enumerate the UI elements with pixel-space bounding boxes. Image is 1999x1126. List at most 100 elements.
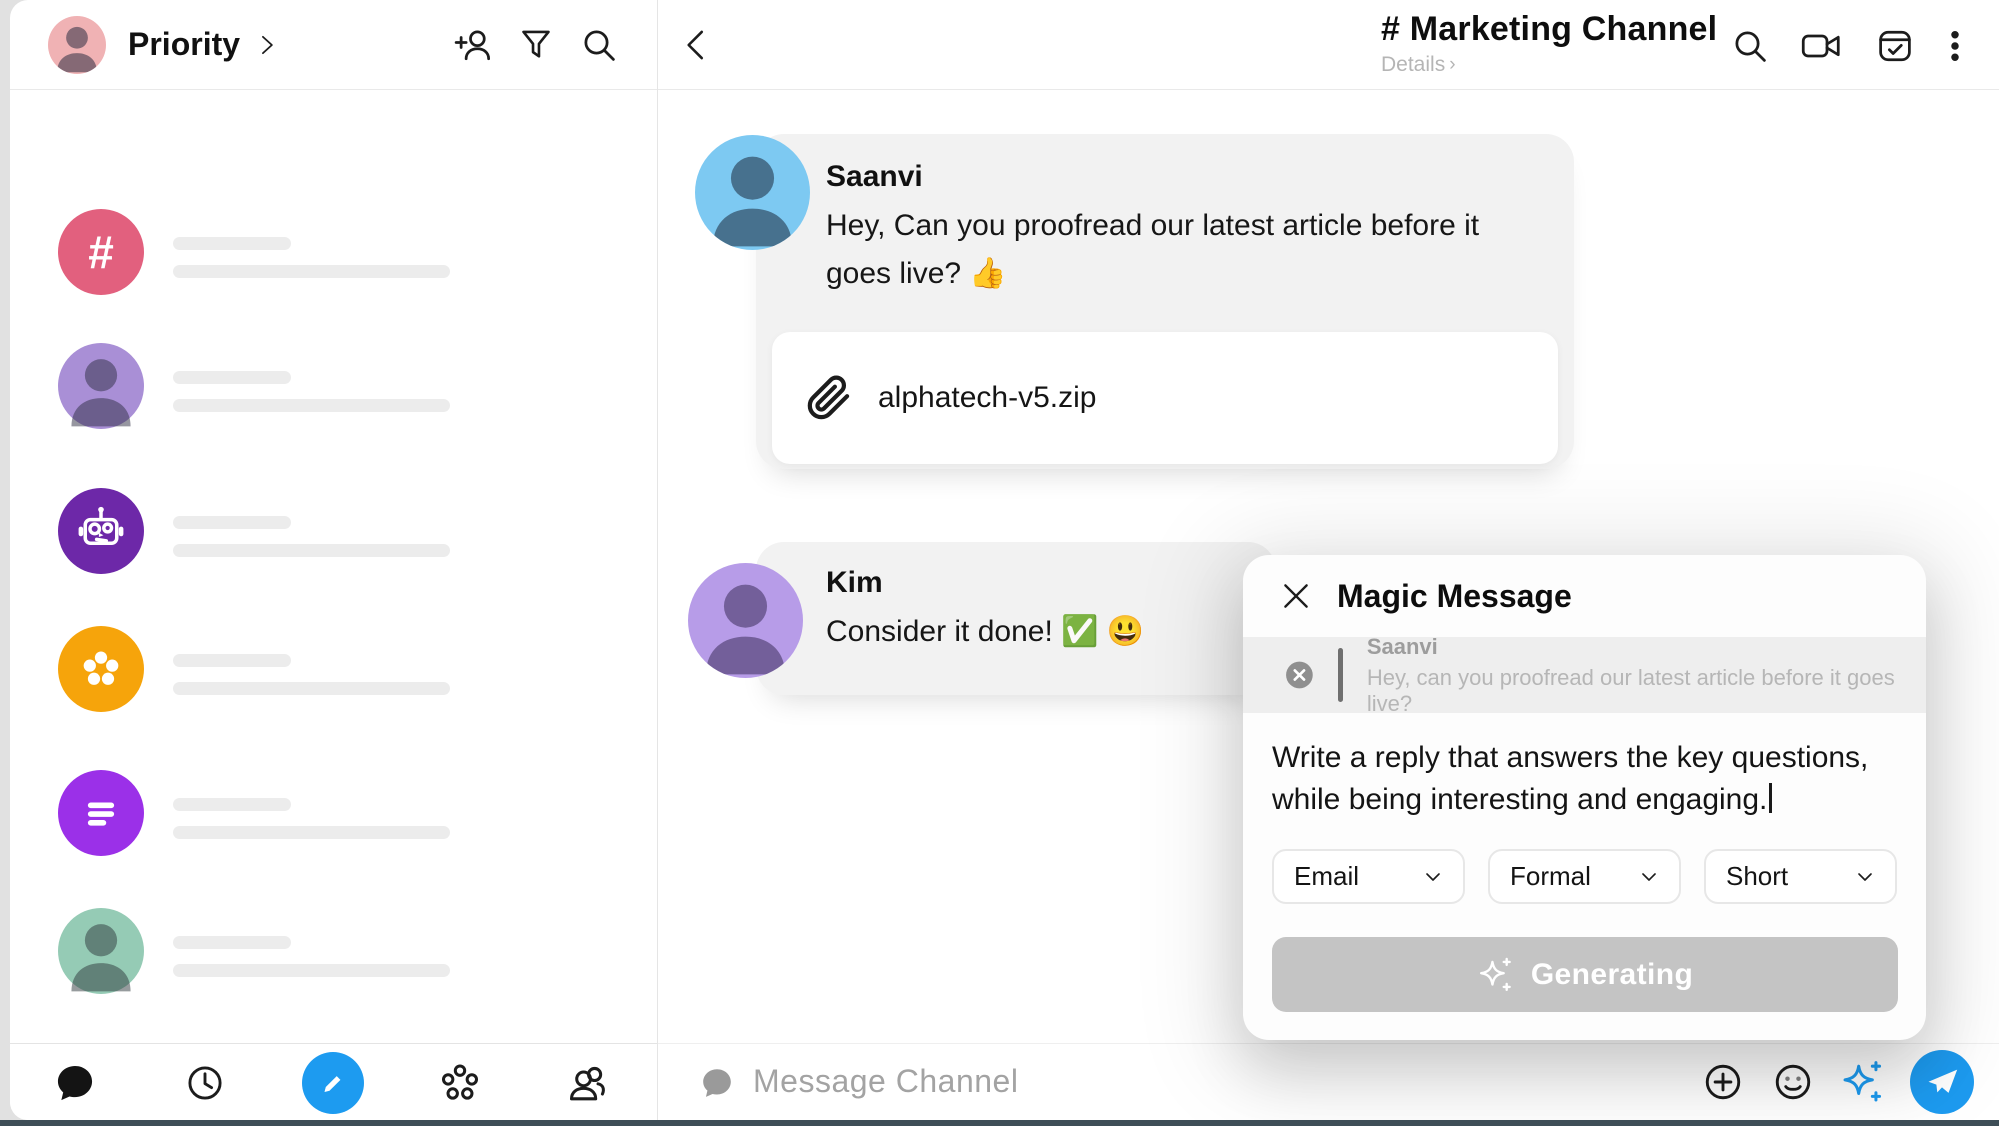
sparkles-icon [1477, 956, 1515, 994]
person-silhouette-icon [695, 135, 810, 250]
compose-active-circle [302, 1052, 364, 1114]
emoji-icon[interactable] [1772, 1061, 1814, 1103]
list-item-feed[interactable] [58, 770, 618, 856]
chevron-right-icon[interactable] [254, 32, 280, 58]
skeleton-subtitle [173, 682, 450, 695]
pencil-icon [316, 1066, 350, 1100]
paper-plane-icon [1924, 1064, 1960, 1100]
message-bubble: Kim Consider it done! ✅ 😃 [756, 542, 1276, 695]
list-item-app[interactable] [58, 626, 618, 712]
skeleton-title [173, 237, 291, 250]
quoted-message: Saanvi Hey, can you proofread our latest… [1243, 637, 1926, 713]
app-window: Priority # [10, 0, 1999, 1120]
message-bubble: Saanvi Hey, Can you proofread our latest… [756, 134, 1574, 469]
search-icon[interactable] [1730, 26, 1770, 66]
user-avatar[interactable] [48, 16, 106, 74]
chat-area: Saanvi Hey, Can you proofread our latest… [658, 90, 1999, 1043]
skeleton-title [173, 516, 291, 529]
skeleton-subtitle [173, 826, 450, 839]
skeleton-title [173, 371, 291, 384]
skeleton-subtitle [173, 265, 450, 278]
tab-chats[interactable] [35, 1044, 115, 1120]
sidebar-title[interactable]: Priority [128, 26, 240, 63]
text-cursor [1769, 783, 1772, 813]
message-author: Kim [826, 566, 1246, 600]
filter-icon[interactable] [517, 26, 555, 64]
add-person-icon[interactable] [453, 25, 493, 65]
send-button[interactable] [1910, 1050, 1974, 1114]
conversation-list: # [10, 90, 656, 1043]
channel-header: # Marketing Channel Details › [658, 0, 1999, 89]
feed-lines-icon [73, 785, 129, 841]
quote-bar [1338, 648, 1343, 702]
chevron-down-icon [1421, 865, 1445, 889]
message-bubble-icon [700, 1066, 734, 1100]
list-item-bot[interactable] [58, 488, 618, 574]
kebab-menu-icon[interactable] [1935, 26, 1975, 66]
tasks-icon[interactable] [1874, 26, 1916, 66]
generating-button[interactable]: Generating [1272, 937, 1898, 1012]
dots-flower-avatar [58, 626, 144, 712]
person-silhouette-icon [48, 16, 106, 74]
person-silhouette-icon [58, 908, 144, 994]
sidebar-tabbar [10, 1043, 657, 1120]
skeleton-title [173, 936, 291, 949]
composer-placeholder[interactable]: Message Channel [753, 1063, 1018, 1100]
option-row: Email Formal Short [1272, 849, 1926, 904]
tab-contacts[interactable] [548, 1044, 628, 1120]
message-text: Hey, Can you proofread our latest articl… [826, 202, 1544, 298]
magic-panel-header: Magic Message [1243, 555, 1926, 637]
people-icon [566, 1061, 610, 1105]
chat-bubble-icon [54, 1062, 96, 1104]
tab-history[interactable] [165, 1044, 245, 1120]
skeleton-title [173, 798, 291, 811]
skeleton-subtitle [173, 399, 450, 412]
sidebar-header: Priority [10, 0, 657, 89]
attachment-filename: alphatech-v5.zip [878, 381, 1096, 415]
close-icon[interactable] [1279, 579, 1313, 613]
quote-text: Hey, can you proofread our latest articl… [1367, 665, 1926, 717]
list-item-channel[interactable]: # [58, 209, 618, 295]
video-call-icon[interactable] [1799, 26, 1845, 66]
app-screen: Priority # [0, 0, 1999, 1126]
dots-cluster-icon [438, 1061, 482, 1105]
robot-icon [73, 503, 129, 559]
chevron-down-icon [1853, 865, 1877, 889]
person-silhouette-icon [58, 343, 144, 429]
search-icon[interactable] [579, 25, 619, 65]
chevron-down-icon [1637, 865, 1661, 889]
robot-avatar [58, 488, 144, 574]
plus-icon[interactable] [1702, 1061, 1744, 1103]
skeleton-title [173, 654, 291, 667]
quote-author: Saanvi [1367, 634, 1926, 660]
message-avatar-saanvi[interactable] [695, 135, 810, 250]
tab-apps[interactable] [420, 1044, 500, 1120]
person-avatar [58, 343, 144, 429]
sparkles-icon[interactable] [1840, 1059, 1886, 1105]
list-item-person[interactable] [58, 343, 618, 429]
list-item-person[interactable] [58, 908, 618, 994]
clock-icon [184, 1062, 226, 1104]
hash-channel-avatar: # [58, 209, 144, 295]
skeleton-subtitle [173, 544, 450, 557]
magic-panel-title: Magic Message [1337, 578, 1572, 615]
tab-compose[interactable] [293, 1044, 373, 1120]
format-dropdown[interactable]: Email [1272, 849, 1465, 904]
bottom-accent-strip [0, 1120, 1999, 1126]
magic-message-panel: Magic Message Saanvi Hey, can you proofr… [1243, 555, 1926, 1040]
feed-avatar [58, 770, 144, 856]
person-avatar [58, 908, 144, 994]
prompt-input[interactable]: Write a reply that answers the key quest… [1272, 737, 1898, 821]
length-dropdown[interactable]: Short [1704, 849, 1897, 904]
message-text: Consider it done! ✅ 😃 [826, 608, 1246, 656]
dots-flower-icon [73, 641, 129, 697]
paperclip-icon [806, 375, 852, 421]
person-silhouette-icon [688, 563, 803, 678]
message-avatar-kim[interactable] [688, 563, 803, 678]
skeleton-subtitle [173, 964, 450, 977]
message-composer[interactable]: Message Channel [658, 1043, 1999, 1120]
message-author: Saanvi [826, 160, 1544, 194]
attachment-card[interactable]: alphatech-v5.zip [772, 332, 1558, 464]
tone-dropdown[interactable]: Formal [1488, 849, 1681, 904]
remove-quote-icon[interactable] [1283, 658, 1316, 692]
